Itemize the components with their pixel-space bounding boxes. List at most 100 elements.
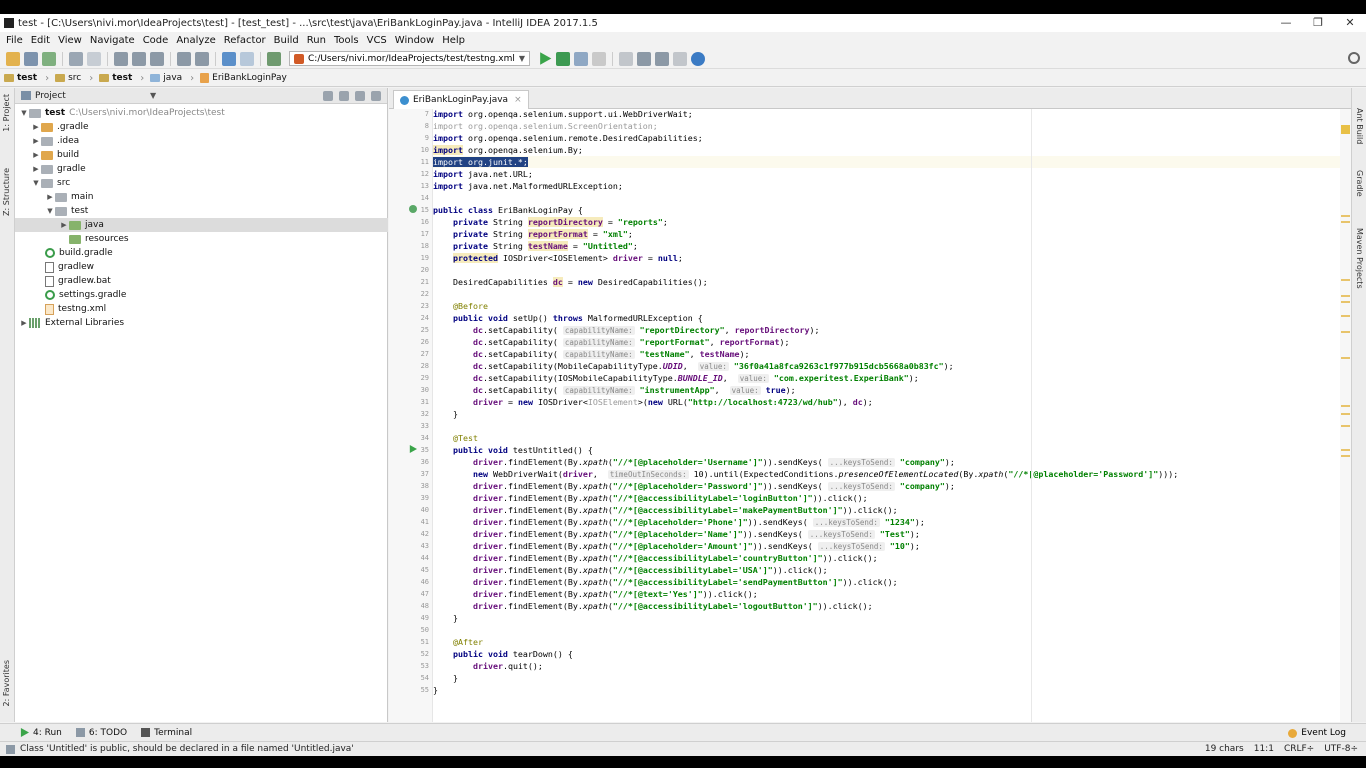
undo-icon[interactable] — [69, 51, 83, 66]
chevron-right-icon[interactable]: ▶ — [59, 221, 69, 229]
terminal-tool-button[interactable]: Terminal — [141, 728, 192, 738]
maven-projects-tab[interactable]: Maven Projects — [1355, 228, 1364, 289]
tree-item-gradlew-bat[interactable]: gradlew.bat — [15, 274, 388, 288]
menu-window[interactable]: Window — [391, 35, 438, 46]
tree-item-settings-gradle[interactable]: settings.gradle — [15, 288, 388, 302]
forward-icon[interactable] — [240, 51, 254, 66]
menu-tools[interactable]: Tools — [330, 35, 363, 46]
error-stripe[interactable] — [1340, 109, 1351, 722]
open-folder-icon[interactable] — [6, 51, 20, 66]
tree-item-build[interactable]: ▶ build — [15, 148, 388, 162]
breadcrumb-item[interactable]: EriBankLoginPay — [200, 73, 287, 83]
warning-mark[interactable] — [1341, 449, 1350, 451]
replace-icon[interactable] — [195, 51, 209, 66]
redo-icon[interactable] — [87, 51, 101, 66]
tree-item-external-libraries[interactable]: ▶ External Libraries — [15, 316, 388, 330]
collapse-all-icon[interactable] — [339, 90, 349, 101]
sync-icon[interactable] — [323, 90, 333, 101]
tree-item-build-gradle[interactable]: build.gradle — [15, 246, 388, 260]
warning-mark[interactable] — [1341, 455, 1350, 457]
menu-file[interactable]: File — [2, 35, 27, 46]
tree-item-gradle-dir[interactable]: ▶ .gradle — [15, 120, 388, 134]
project-tool-tab[interactable]: 1: Project — [2, 94, 11, 132]
search-icon[interactable] — [1348, 52, 1360, 64]
save-icon[interactable] — [24, 51, 38, 66]
sync-icon[interactable] — [42, 51, 56, 66]
chevron-down-icon[interactable]: ▼ — [31, 179, 41, 187]
favorites-tool-tab[interactable]: 2: Favorites — [2, 660, 11, 706]
find-icon[interactable] — [177, 51, 191, 66]
menu-code[interactable]: Code — [139, 35, 173, 46]
settings-icon[interactable] — [637, 51, 652, 66]
gear-icon[interactable] — [355, 90, 365, 101]
breadcrumb-item[interactable]: java — [150, 73, 182, 83]
chevron-down-icon[interactable]: ▼ — [45, 207, 55, 215]
chevron-right-icon[interactable]: ▶ — [19, 319, 29, 327]
copy-icon[interactable] — [132, 51, 146, 66]
breadcrumb-item[interactable]: test — [4, 73, 37, 83]
tab-eribank-login-pay[interactable]: EriBankLoginPay.java × — [393, 90, 529, 109]
sdk-icon[interactable] — [673, 51, 688, 66]
tree-item-src[interactable]: ▼ src — [15, 176, 388, 190]
close-icon[interactable]: × — [514, 95, 522, 105]
warning-mark[interactable] — [1341, 279, 1350, 281]
chevron-down-icon[interactable]: ▼ — [150, 91, 156, 100]
menu-analyze[interactable]: Analyze — [172, 35, 219, 46]
tree-item-resources[interactable]: resources — [15, 232, 388, 246]
help-icon[interactable] — [691, 51, 706, 66]
chevron-right-icon[interactable]: ▶ — [31, 151, 41, 159]
menu-help[interactable]: Help — [438, 35, 469, 46]
menu-vcs[interactable]: VCS — [363, 35, 391, 46]
warning-mark[interactable] — [1341, 221, 1350, 223]
cut-icon[interactable] — [114, 51, 128, 66]
debug-icon[interactable] — [556, 51, 571, 66]
close-button[interactable]: ✕ — [1334, 14, 1366, 32]
breadcrumb-item[interactable]: src — [55, 73, 81, 83]
warning-mark[interactable] — [1341, 215, 1350, 217]
chevron-right-icon[interactable]: ▶ — [31, 165, 41, 173]
chevron-right-icon[interactable]: ▶ — [31, 137, 41, 145]
tree-item-main[interactable]: ▶ main — [15, 190, 388, 204]
paste-icon[interactable] — [150, 51, 164, 66]
tree-item-java[interactable]: ▶ java — [15, 218, 388, 232]
todo-tool-button[interactable]: 6: TODO — [75, 728, 127, 738]
warning-mark[interactable] — [1341, 295, 1350, 297]
warning-mark[interactable] — [1341, 413, 1350, 415]
menu-refactor[interactable]: Refactor — [220, 35, 270, 46]
menu-build[interactable]: Build — [270, 35, 303, 46]
warning-indicator-icon[interactable] — [1341, 125, 1350, 134]
build-icon[interactable] — [267, 51, 281, 66]
run-configuration-select[interactable]: C:/Users/nivi.mor/IdeaProjects/test/test… — [289, 51, 531, 66]
warning-mark[interactable] — [1341, 301, 1350, 303]
menu-run[interactable]: Run — [303, 35, 330, 46]
structure-tool-tab[interactable]: Z: Structure — [2, 168, 11, 216]
menu-navigate[interactable]: Navigate — [86, 35, 139, 46]
chevron-right-icon[interactable]: ▶ — [31, 123, 41, 131]
editor-gutter[interactable]: 7 8 9 10 11 12 13 14 15 16 17 18 19 20 2… — [389, 109, 433, 722]
project-panel-title[interactable]: Project — [35, 91, 66, 101]
vcs-icon[interactable] — [619, 51, 634, 66]
project-structure-icon[interactable] — [655, 51, 670, 66]
run-tool-button[interactable]: 4: Run — [20, 728, 62, 738]
event-log-button[interactable]: Event Log — [1288, 728, 1346, 738]
stop-icon[interactable] — [592, 51, 607, 66]
restore-button[interactable]: ❐ — [1302, 14, 1334, 32]
warning-mark[interactable] — [1341, 357, 1350, 359]
warning-mark[interactable] — [1341, 425, 1350, 427]
run-class-icon[interactable] — [409, 205, 417, 213]
coverage-icon[interactable] — [574, 51, 589, 66]
run-icon[interactable] — [540, 52, 552, 65]
tree-item-test[interactable]: ▼ test — [15, 204, 388, 218]
file-encoding[interactable]: UTF-8÷ — [1324, 744, 1358, 754]
breadcrumb-item[interactable]: test — [99, 73, 132, 83]
menu-edit[interactable]: Edit — [27, 35, 54, 46]
back-icon[interactable] — [222, 51, 236, 66]
minimize-button[interactable]: — — [1270, 14, 1302, 32]
warning-mark[interactable] — [1341, 405, 1350, 407]
ant-build-tab[interactable]: Ant Build — [1355, 108, 1364, 144]
tree-item-idea[interactable]: ▶ .idea — [15, 134, 388, 148]
tree-item-gradle[interactable]: ▶ gradle — [15, 162, 388, 176]
chevron-right-icon[interactable]: ▶ — [45, 193, 55, 201]
warning-mark[interactable] — [1341, 331, 1350, 333]
warning-mark[interactable] — [1341, 315, 1350, 317]
